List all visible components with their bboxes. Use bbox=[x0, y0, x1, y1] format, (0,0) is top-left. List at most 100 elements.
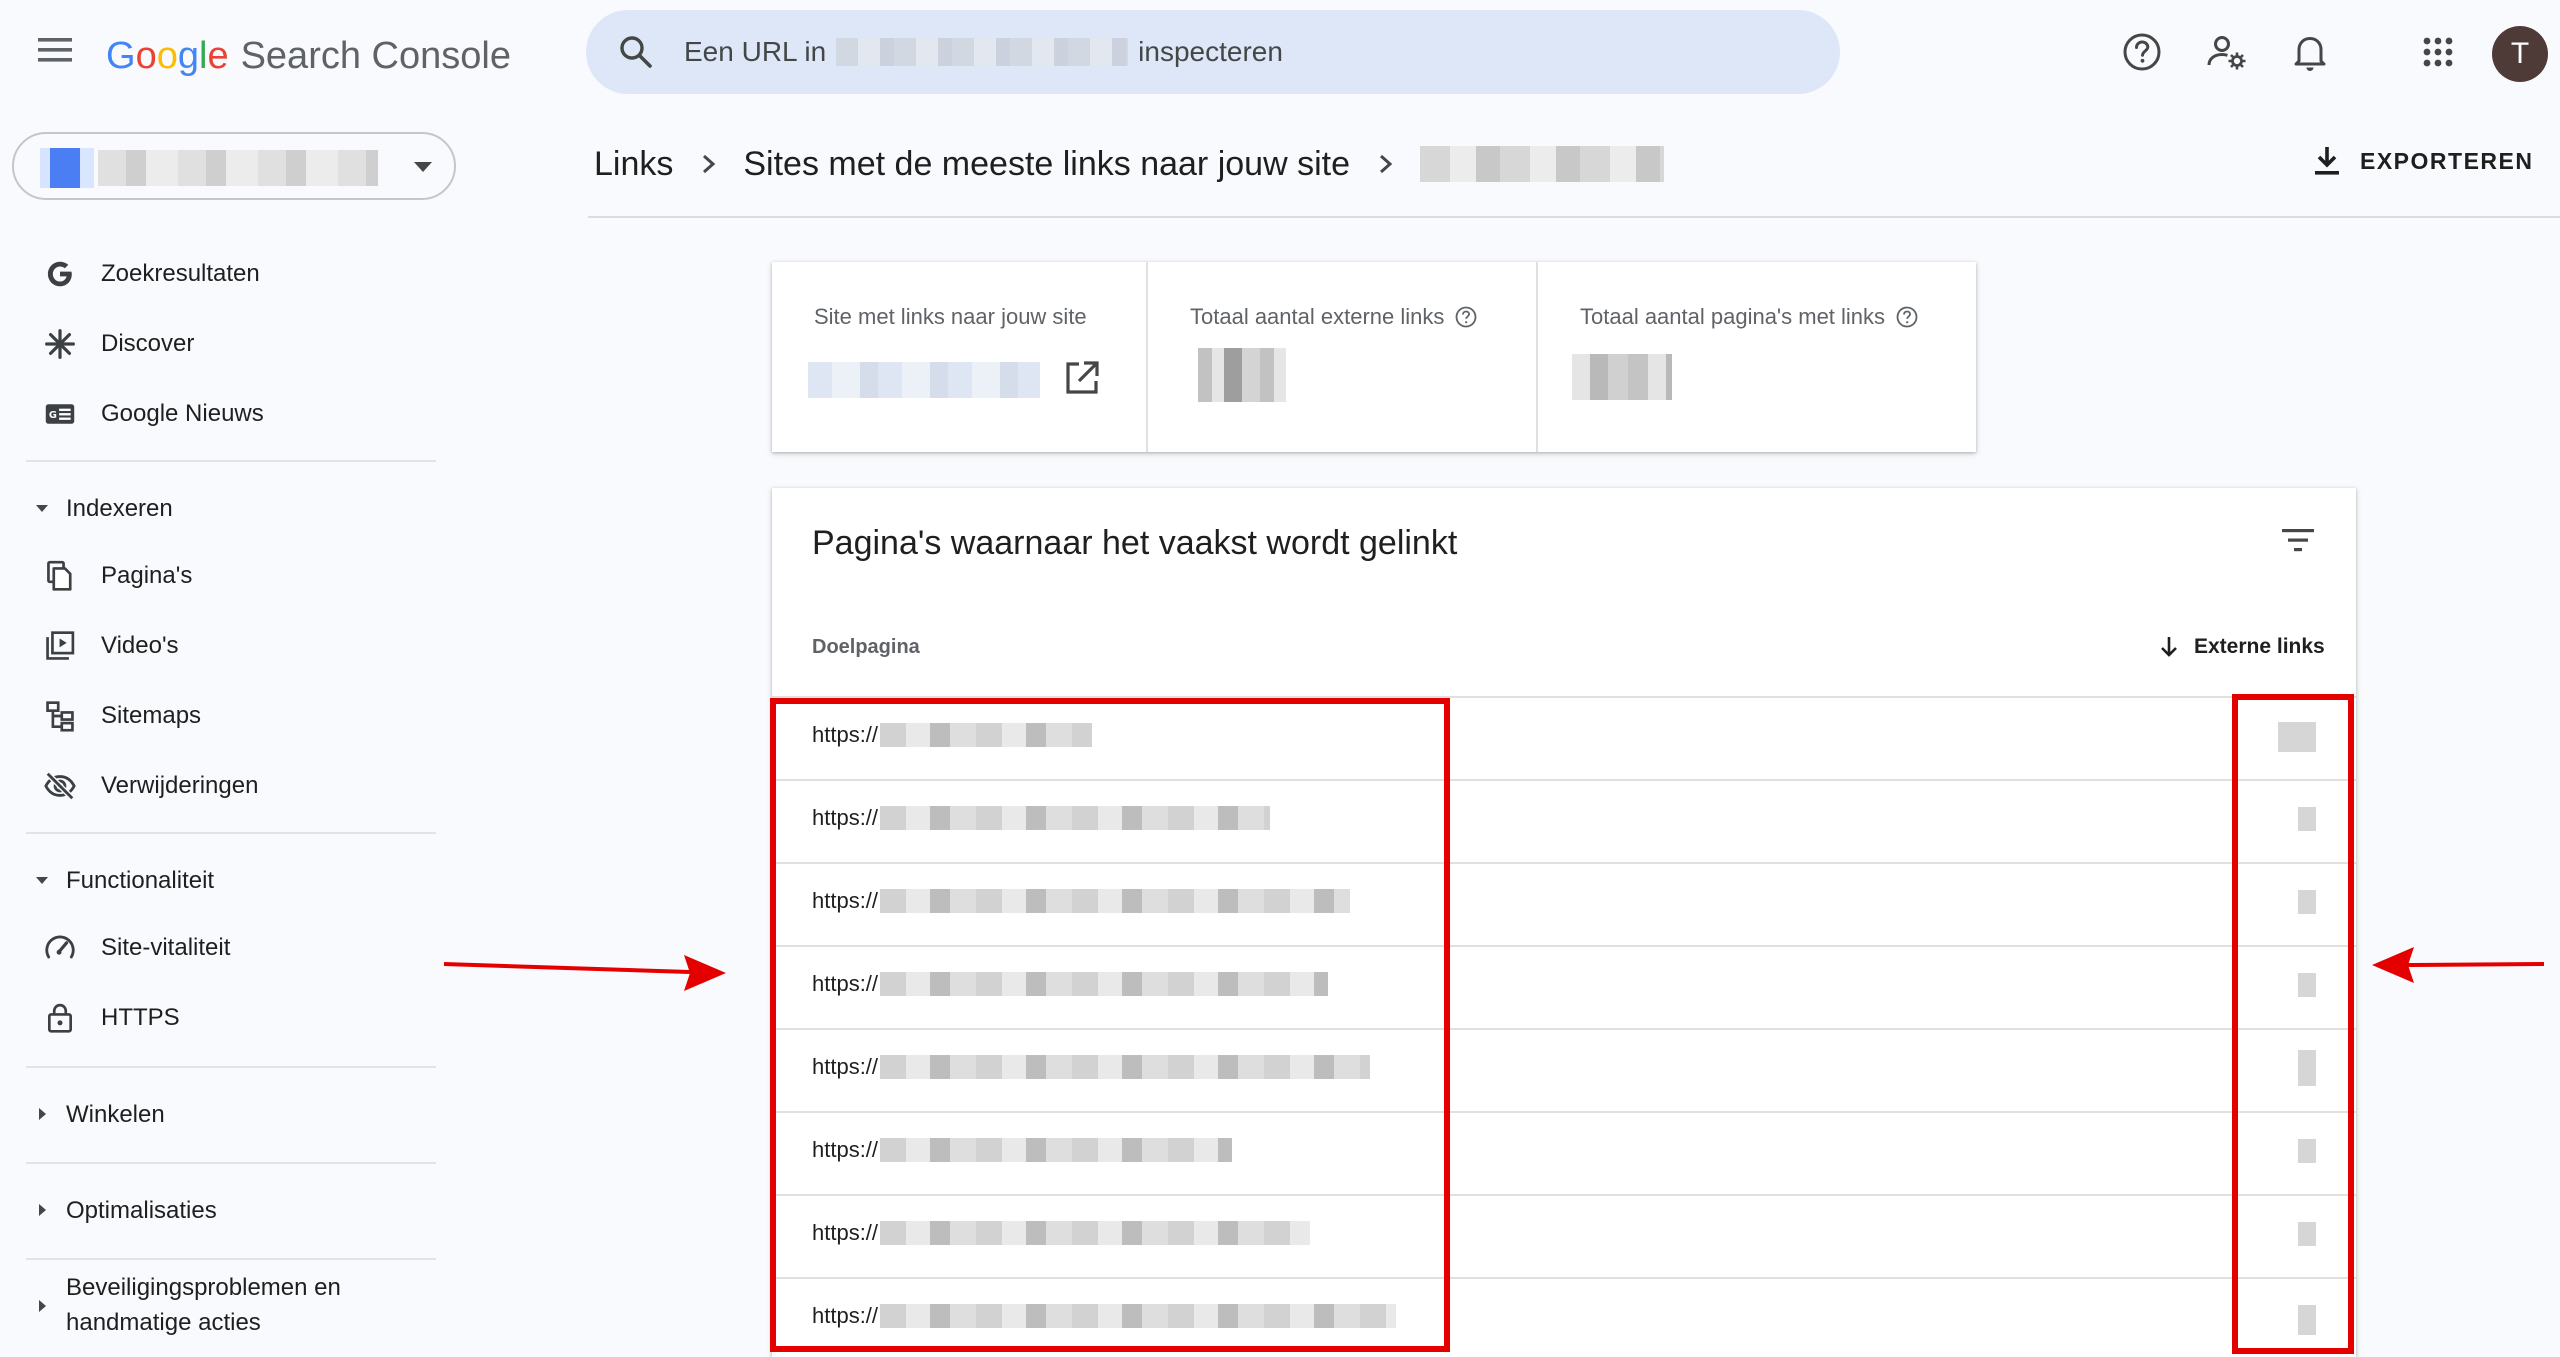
card-total-external-links: Totaal aantal externe links bbox=[1148, 262, 1538, 452]
nav-section-label: Indexeren bbox=[66, 494, 173, 522]
card-total-pages-with-links: Totaal aantal pagina's met links bbox=[1538, 262, 1976, 452]
search-icon bbox=[618, 34, 654, 70]
sidebar-divider bbox=[26, 1066, 436, 1068]
breadcrumb: Links Sites met de meeste links naar jou… bbox=[594, 140, 1664, 188]
nav-sitemaps[interactable]: Sitemaps bbox=[0, 686, 440, 746]
manage-users-icon[interactable] bbox=[2204, 30, 2248, 74]
nav-section-beveiligingsproblemen[interactable]: Beveiligingsproblemen en handmatige acti… bbox=[0, 1270, 440, 1342]
svg-text:G: G bbox=[49, 410, 57, 421]
logo-letter: e bbox=[207, 35, 229, 77]
card-title-wrap: Totaal aantal externe links bbox=[1190, 304, 1478, 330]
nav-label: Sitemaps bbox=[101, 702, 202, 729]
export-label: EXPORTEREN bbox=[2360, 147, 2534, 174]
sitemap-icon bbox=[42, 698, 78, 734]
collapsed-arrow-icon bbox=[34, 1106, 50, 1122]
account-avatar[interactable]: T bbox=[2492, 26, 2548, 82]
logo-letter: o bbox=[135, 35, 157, 77]
expanded-arrow-icon bbox=[34, 500, 50, 516]
nav-section-label: Functionaliteit bbox=[66, 866, 215, 894]
nav-videos[interactable]: Video's bbox=[0, 616, 440, 676]
lock-icon bbox=[42, 1000, 78, 1036]
search-prefix: Een URL in bbox=[684, 36, 827, 67]
video-icon bbox=[42, 628, 78, 664]
breadcrumb-top-linking-sites[interactable]: Sites met de meeste links naar jouw site bbox=[743, 145, 1350, 184]
sidebar-divider bbox=[26, 1258, 436, 1260]
chevron-right-icon bbox=[697, 153, 719, 175]
nav-google-nieuws[interactable]: G Google Nieuws bbox=[0, 384, 440, 444]
visibility-off-icon bbox=[42, 768, 78, 804]
card-title: Site met links naar jouw site bbox=[814, 304, 1087, 329]
open-in-new-icon[interactable] bbox=[1062, 358, 1102, 398]
help-icon[interactable] bbox=[1454, 305, 1478, 329]
nav-https[interactable]: HTTPS bbox=[0, 988, 440, 1048]
nav-section-winkelen[interactable]: Winkelen bbox=[0, 1096, 440, 1132]
filter-icon[interactable] bbox=[2278, 520, 2318, 560]
property-name-redacted bbox=[98, 150, 378, 186]
annotation-arrow-right bbox=[443, 955, 726, 991]
sort-arrow-down-icon bbox=[2161, 637, 2177, 657]
speed-icon bbox=[42, 930, 78, 966]
total-links-redacted bbox=[1198, 348, 1286, 402]
header-divider bbox=[588, 216, 2560, 218]
card-title-wrap: Totaal aantal pagina's met links bbox=[1580, 304, 1919, 330]
nav-section-indexeren[interactable]: Indexeren bbox=[0, 490, 440, 526]
notifications-icon[interactable] bbox=[2288, 30, 2332, 74]
nav-label: Discover bbox=[101, 330, 195, 357]
nav-label: HTTPS bbox=[101, 1004, 180, 1031]
google-g-icon bbox=[42, 256, 78, 292]
nav-label: Google Nieuws bbox=[101, 400, 264, 427]
nav-paginas[interactable]: Pagina's bbox=[0, 546, 440, 606]
nav-discover[interactable]: Discover bbox=[0, 314, 440, 374]
card-linking-site: Site met links naar jouw site bbox=[772, 262, 1148, 452]
sidebar-divider bbox=[26, 1162, 436, 1164]
apps-icon[interactable] bbox=[2416, 30, 2460, 74]
nav-verwijderingen[interactable]: Verwijderingen bbox=[0, 756, 440, 816]
breadcrumb-links[interactable]: Links bbox=[594, 145, 673, 184]
breadcrumb-site-redacted bbox=[1419, 146, 1664, 182]
help-icon[interactable] bbox=[2120, 30, 2164, 74]
nav-label: Verwijderingen bbox=[101, 772, 259, 799]
nav-label: Video's bbox=[101, 632, 179, 659]
property-icon bbox=[40, 148, 94, 188]
nav-section-label-line2: handmatige acties bbox=[66, 1309, 261, 1336]
card-title: Totaal aantal externe links bbox=[1190, 304, 1445, 329]
linking-site-redacted bbox=[808, 362, 1040, 398]
column-header-external-links[interactable]: Externe links bbox=[2156, 634, 2325, 660]
nav-label: Pagina's bbox=[101, 562, 193, 589]
annotation-box-target-pages bbox=[770, 698, 1450, 1352]
nav-section-optimalisaties[interactable]: Optimalisaties bbox=[0, 1192, 440, 1228]
url-inspect-search[interactable]: Een URL in inspecteren bbox=[586, 10, 1840, 94]
google-news-icon: G bbox=[42, 396, 78, 432]
dropdown-arrow-icon bbox=[412, 160, 434, 174]
nav-site-vitaliteit[interactable]: Site-vitaliteit bbox=[0, 918, 440, 978]
logo-letter: o bbox=[156, 35, 178, 77]
column-header-target-page[interactable]: Doelpagina bbox=[812, 636, 920, 659]
property-selector[interactable] bbox=[12, 132, 456, 200]
product-name: Search Console bbox=[240, 35, 511, 77]
logo-letter: l bbox=[198, 35, 208, 77]
asterisk-icon bbox=[42, 326, 78, 362]
menu-icon[interactable] bbox=[38, 38, 82, 68]
card-title: Totaal aantal pagina's met links bbox=[1580, 304, 1886, 329]
download-icon bbox=[2315, 147, 2339, 175]
collapsed-arrow-icon bbox=[34, 1298, 50, 1314]
logo-letter: G bbox=[106, 35, 136, 77]
sidebar-divider bbox=[26, 832, 436, 834]
nav-label: Zoekresultaten bbox=[101, 260, 260, 287]
summary-cards: Site met links naar jouw site Totaal aan… bbox=[772, 262, 1976, 452]
nav-section-label: Optimalisaties bbox=[66, 1196, 217, 1224]
pages-icon bbox=[42, 558, 78, 594]
search-console-logo[interactable]: G o o g l e Search Console bbox=[106, 32, 511, 80]
help-icon[interactable] bbox=[1895, 305, 1919, 329]
annotation-arrow-left bbox=[2372, 947, 2545, 983]
annotation-box-external-links bbox=[2232, 694, 2354, 1354]
collapsed-arrow-icon bbox=[34, 1202, 50, 1218]
nav-section-functionaliteit[interactable]: Functionaliteit bbox=[0, 862, 440, 898]
nav-zoekresultaten[interactable]: Zoekresultaten bbox=[0, 244, 440, 304]
logo-letter: g bbox=[177, 35, 199, 77]
sidebar-divider bbox=[26, 460, 436, 462]
column-header-label: Externe links bbox=[2194, 635, 2325, 658]
total-pages-redacted bbox=[1572, 354, 1672, 400]
nav-section-label: Winkelen bbox=[66, 1100, 165, 1128]
export-button[interactable]: EXPORTEREN bbox=[2310, 144, 2533, 178]
